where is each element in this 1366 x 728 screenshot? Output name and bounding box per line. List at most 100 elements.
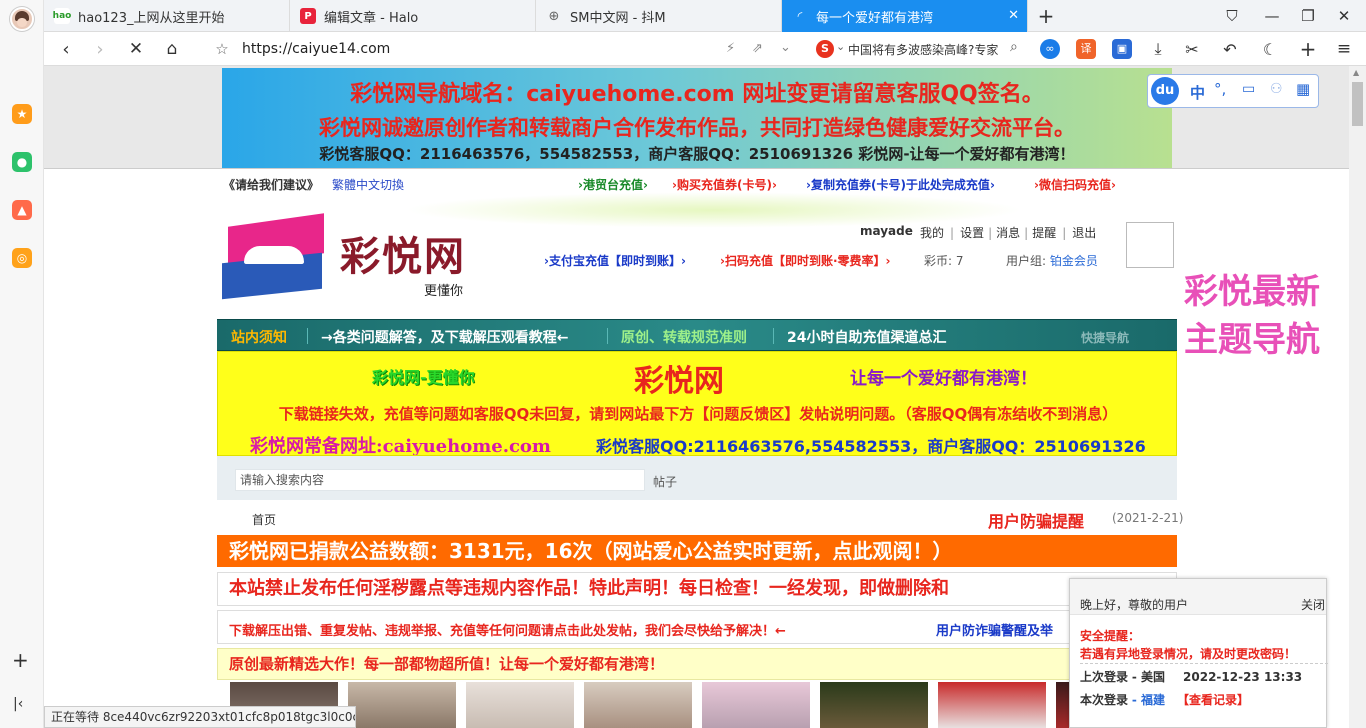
user-icon[interactable]: ⚇	[1270, 81, 1283, 97]
dark-mode-icon[interactable]: ☾	[1258, 37, 1282, 61]
link-extension-icon[interactable]: ∞	[1040, 39, 1060, 59]
thumbnail[interactable]	[584, 682, 692, 728]
status-bar: 正在等待 8ce440vc6zr92203xt01cfc8p018tgc3l0c…	[44, 706, 356, 728]
add-icon[interactable]: +	[12, 648, 29, 672]
avatar[interactable]	[10, 7, 34, 31]
top-link-3[interactable]: ›复制充值券(卡号)于此处完成充值›	[806, 176, 995, 193]
yellow-banner[interactable]: 彩悦网-更懂你 彩悦网 让每一个爱好都有港湾！ 下载链接失效，充值等问题如客服Q…	[217, 351, 1177, 456]
menu-icon[interactable]: ≡	[1332, 37, 1356, 61]
popup-warn-title: 安全提醒：	[1080, 629, 1141, 643]
scroll-thumb[interactable]	[1352, 82, 1363, 126]
tab-caiyue[interactable]: ◜ 每一个爱好都有港湾 ✕	[782, 0, 1028, 32]
tab-hao123[interactable]: hao hao123_上网从这里开始	[44, 0, 290, 32]
menu-logout[interactable]: 退出	[1072, 226, 1096, 240]
site-logo[interactable]: 彩悦网 更懂你	[222, 213, 492, 304]
fraud-alert-link[interactable]: 用户防骗提醒	[988, 508, 1084, 532]
menu-settings[interactable]: 设置	[960, 226, 984, 240]
grid-icon[interactable]: ▦	[1296, 80, 1310, 98]
maximize-button[interactable]: ❐	[1296, 4, 1320, 28]
logo-name: 彩悦网	[340, 233, 466, 280]
popup-warn-text: 若遇有异地登录情况，请及时更改密码！	[1080, 647, 1297, 661]
pin-icon[interactable]: ⛉	[1220, 4, 1244, 28]
translate-icon[interactable]: 译	[1076, 39, 1096, 59]
screenshot-icon[interactable]: ✂	[1180, 37, 1204, 61]
bookmark-star-icon[interactable]: ☆	[210, 37, 234, 61]
menu-alerts[interactable]: 提醒	[1032, 226, 1056, 240]
alipay-recharge-link[interactable]: ›支付宝充值【即时到账】›	[544, 252, 686, 269]
keyboard-icon[interactable]: ▭	[1242, 81, 1255, 97]
webpage: 彩悦网导航域名：caiyuehome.com 网址变更请留意客服QQ签名。 彩悦…	[44, 66, 1349, 728]
close-window-button[interactable]: ✕	[1332, 4, 1356, 28]
forward-button[interactable]: ›	[88, 37, 112, 61]
halo-icon: P	[300, 8, 316, 24]
tab-sm[interactable]: ⊕ SM中文网 - 抖M	[536, 0, 782, 32]
report-link[interactable]: 下载解压出错、重复发帖、违规举报、充值等任何问题请点击此处发帖，我们会尽快给予解…	[229, 620, 786, 639]
menu-messages[interactable]: 消息	[996, 226, 1020, 240]
wechat-icon[interactable]: ●	[12, 152, 32, 172]
user-avatar[interactable]	[1126, 222, 1174, 268]
username[interactable]: mayade	[860, 224, 913, 238]
quick-nav[interactable]: 快捷导航	[1081, 329, 1129, 346]
theme-nav-float[interactable]: 彩悦最新 主题导航	[1162, 268, 1342, 364]
notes-icon[interactable]: ▲	[12, 200, 32, 220]
thumbnail[interactable]	[348, 682, 456, 728]
top-link-4[interactable]: ›微信扫码充值›	[1034, 176, 1116, 193]
view-history-link[interactable]: 【查看记录】	[1177, 693, 1249, 707]
extension-icon[interactable]: ▣	[1112, 39, 1132, 59]
banner-line-1: 彩悦网导航域名：caiyuehome.com 网址变更请留意客服QQ签名。	[350, 82, 1044, 107]
favorites-icon[interactable]: ★	[12, 104, 32, 124]
search-engine-chevron-icon[interactable]: ⌄	[836, 40, 845, 53]
top-banner[interactable]: 彩悦网导航域名：caiyuehome.com 网址变更请留意客服QQ签名。 彩悦…	[222, 68, 1172, 168]
close-tab-icon[interactable]: ✕	[1008, 8, 1019, 23]
download-icon[interactable]: ⤓	[1146, 37, 1170, 61]
nav-item-faq[interactable]: →各类问题解答，及下载解压观看教程←	[321, 327, 568, 347]
yellow-qq: 彩悦客服QQ:2116463576,554582553，商户客服QQ：25106…	[596, 437, 1146, 456]
traditional-chinese-link[interactable]: 繁體中文切換	[332, 176, 404, 193]
search-type-select[interactable]: 帖子	[653, 473, 677, 490]
scrollbar[interactable]: ▲	[1349, 66, 1366, 728]
scroll-up-arrow[interactable]: ▲	[1353, 68, 1359, 77]
popup-last-login: 上次登录 - 美国 2022-12-23 13:33	[1080, 670, 1303, 684]
add-icon[interactable]: +	[1296, 37, 1320, 61]
user-group: 用户组: 铂金会员	[1006, 254, 1098, 268]
anti-fraud-link[interactable]: 用户防诈骗警醒及举	[936, 620, 1053, 639]
back-button[interactable]: ‹	[54, 37, 78, 61]
lang-switch[interactable]: 中	[1190, 82, 1205, 103]
search-input[interactable]: 中国将有多波感染高峰?专家	[848, 41, 1008, 58]
flash-icon[interactable]: ⚡	[726, 41, 735, 56]
thumbnail[interactable]	[938, 682, 1046, 728]
address-bar: ‹ › ✕ ⌂ ☆ https://caiyue14.com ⚡ ⇗ ⌄ S ⌄…	[44, 32, 1366, 66]
undo-icon[interactable]: ↶	[1218, 37, 1242, 61]
tab-halo[interactable]: P 编辑文章 - Halo	[290, 0, 536, 32]
new-tab-button[interactable]: +	[1034, 4, 1058, 28]
chevron-down-icon[interactable]: ⌄	[780, 40, 791, 55]
scan-recharge-link[interactable]: ›扫码充值【即时到账·零费率】›	[720, 252, 890, 269]
suggest-link[interactable]: 《请给我们建议》	[223, 176, 319, 193]
site-search-input[interactable]: 请输入搜索内容	[235, 469, 645, 491]
share-icon[interactable]: ⇗	[752, 41, 763, 56]
thumbnail[interactable]	[820, 682, 928, 728]
nav-item-recharge[interactable]: 24小时自助充值渠道总汇	[787, 327, 946, 347]
donate-banner[interactable]: 彩悦网已捐款公益数额：3131元，16次（网站爱心公益实时更新，点此观阅！）	[217, 535, 1177, 567]
menu-mine[interactable]: 我的	[920, 226, 944, 240]
shoe-logo-icon	[222, 213, 326, 302]
minimize-button[interactable]: —	[1260, 4, 1284, 28]
original-works-bar[interactable]: 原创最新精选大作！每一部都物超所值！让每一个爱好都有港湾！	[217, 648, 1177, 680]
home-button[interactable]: ⌂	[160, 37, 184, 61]
nav-item-rules[interactable]: 原创、转载规范准则	[621, 327, 747, 347]
thumbnail[interactable]	[466, 682, 574, 728]
search-icon[interactable]: ⌕	[1010, 39, 1018, 55]
collapse-sidebar-icon[interactable]: |‹	[13, 696, 23, 712]
punctuation-icon[interactable]: °,	[1214, 80, 1226, 98]
nav-item-notice[interactable]: 站内须知	[231, 327, 287, 347]
url-field[interactable]: https://caiyue14.com	[242, 41, 390, 57]
stop-button[interactable]: ✕	[124, 37, 148, 61]
breadcrumb-home[interactable]: 首页	[252, 511, 276, 528]
du-logo-icon[interactable]: du	[1151, 77, 1179, 105]
yellow-notice: 下载链接失效，充值等问题如客服QQ未回复，请到网站最下方【问题反馈区】发帖说明问…	[278, 405, 1118, 423]
popup-close-button[interactable]: 关闭	[1301, 596, 1325, 613]
thumbnail[interactable]	[702, 682, 810, 728]
top-link-2[interactable]: ›购买充值券(卡号)›	[672, 176, 777, 193]
search-tool-icon[interactable]: ◎	[12, 248, 32, 268]
top-link-1[interactable]: ›港贸台充值›	[578, 176, 648, 193]
